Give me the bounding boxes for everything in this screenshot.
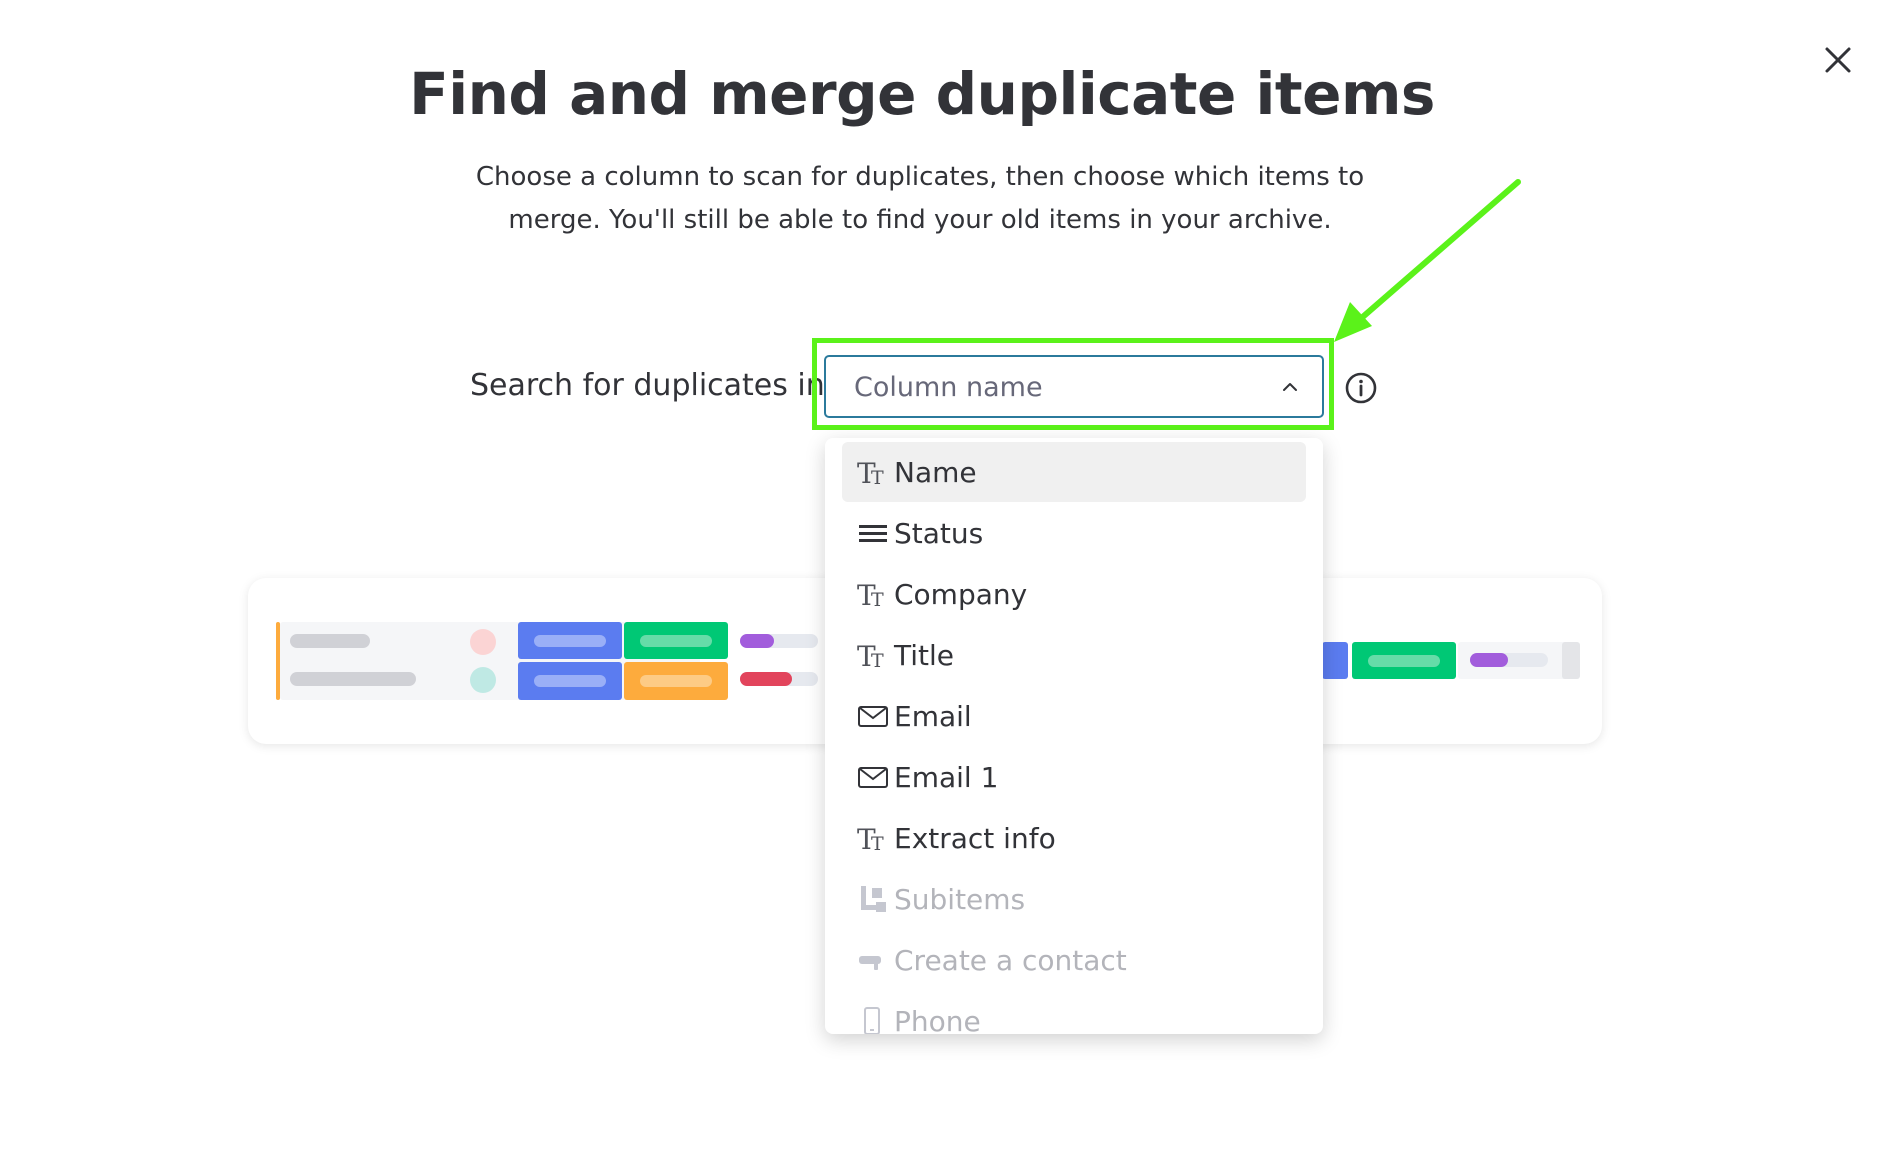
search-label: Search for duplicates in (470, 368, 825, 403)
preview-progress-fill (740, 672, 792, 686)
dropdown-option-create-contact: Create a contact (842, 930, 1306, 990)
preview-name-pill (290, 672, 416, 686)
dropdown-option-email[interactable]: Email (842, 686, 1306, 746)
subtitle-line-1: Choose a column to scan for duplicates, … (475, 162, 1365, 192)
dialog-subtitle: Choose a column to scan for duplicates, … (470, 156, 1370, 242)
preview-row-end (1562, 642, 1580, 679)
dropdown-option-label: Email 1 (894, 760, 999, 794)
preview-avatar (470, 667, 496, 693)
email-icon (856, 760, 890, 794)
dropdown-option-label: Title (894, 638, 955, 672)
preview-cell-pill (1368, 655, 1440, 667)
dropdown-option-label: Email (894, 699, 972, 733)
svg-text:T: T (871, 467, 884, 489)
dropdown-option-label: Subitems (894, 882, 1026, 916)
preview-cell-pill (534, 635, 606, 647)
dropdown-option-phone: Phone (842, 991, 1306, 1034)
arrow-icon (1334, 179, 1521, 342)
preview-cell-pill (640, 635, 712, 647)
preview-progress-fill (1470, 653, 1508, 667)
column-select[interactable]: Column name (824, 355, 1324, 418)
svg-text:T: T (871, 833, 884, 855)
chevron-up-icon (1283, 383, 1297, 391)
email-icon (856, 699, 890, 733)
dropdown-option-extract-info[interactable]: TT Extract info (842, 808, 1306, 868)
dropdown-option-label: Extract info (894, 821, 1056, 855)
dropdown-option-label: Phone (894, 1004, 981, 1035)
dropdown-option-title[interactable]: TT Title (842, 625, 1306, 685)
dropdown-option-name[interactable]: TT Name (842, 442, 1306, 502)
preview-cell-blue (1322, 642, 1348, 679)
dialog-title: Find and merge duplicate items (409, 60, 1435, 128)
dropdown-option-label: Status (894, 516, 984, 550)
info-icon[interactable] (1344, 371, 1378, 405)
text-icon: TT (856, 577, 890, 611)
text-icon: TT (856, 638, 890, 672)
svg-text:T: T (871, 589, 884, 611)
status-icon (856, 516, 890, 550)
text-icon: TT (856, 455, 890, 489)
dropdown-option-email-1[interactable]: Email 1 (842, 747, 1306, 807)
phone-icon (856, 1004, 890, 1034)
dropdown-option-label: Name (894, 455, 977, 489)
text-icon: TT (856, 821, 890, 855)
dropdown-option-label: Create a contact (894, 943, 1127, 977)
dropdown-option-status[interactable]: Status (842, 503, 1306, 563)
preview-name-pill (290, 634, 370, 648)
dropdown-option-label: Company (894, 577, 1028, 611)
subtitle-line-2: merge. You'll still be able to find your… (508, 205, 1332, 235)
column-select-placeholder: Column name (854, 372, 1043, 403)
button-icon (856, 943, 890, 977)
preview-avatar (470, 629, 496, 655)
preview-progress-fill (740, 634, 774, 648)
column-dropdown-menu: TT Name Status TT Company TT Title Email… (825, 438, 1323, 1034)
dropdown-option-subitems: Subitems (842, 869, 1306, 929)
preview-cell-pill (640, 675, 712, 687)
subitems-icon (856, 882, 890, 916)
preview-cell-pill (534, 675, 606, 687)
dropdown-option-company[interactable]: TT Company (842, 564, 1306, 624)
merge-duplicates-dialog: Find and merge duplicate items Choose a … (0, 0, 1884, 1156)
svg-text:T: T (871, 650, 884, 672)
